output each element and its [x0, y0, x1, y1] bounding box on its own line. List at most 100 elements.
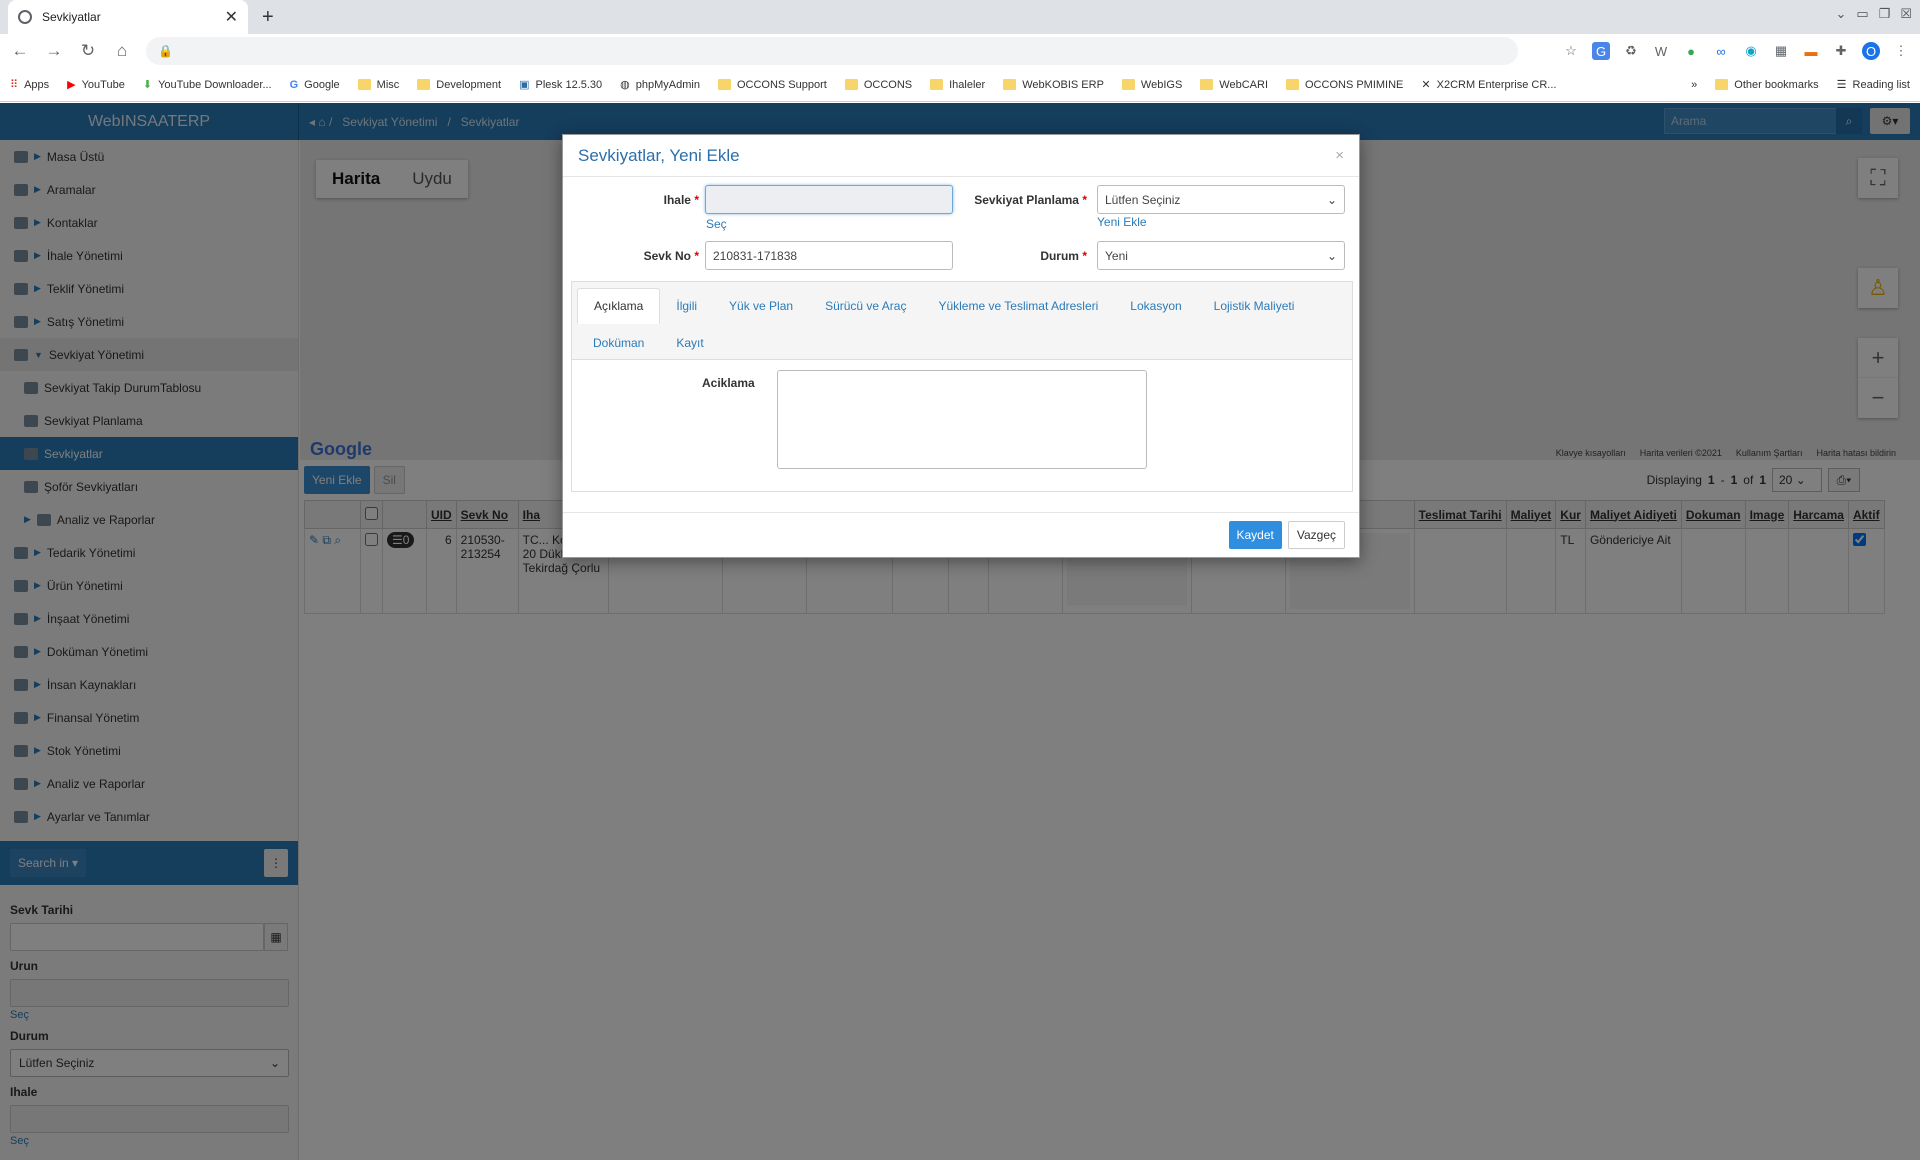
required-marker: * — [694, 192, 699, 207]
extension-icon[interactable]: ∞ — [1712, 42, 1730, 60]
tab-surucu-ve-arac[interactable]: Sürücü ve Araç — [809, 288, 922, 324]
home-icon[interactable]: ⌂ — [112, 41, 132, 61]
bookmark-youtube[interactable]: ▶ YouTube — [67, 78, 125, 92]
window-controls: ⌄ ▭ ❐ ☒ — [1835, 6, 1912, 22]
close-window-icon[interactable]: ☒ — [1900, 6, 1912, 22]
dialog-header: Sevkiyatlar, Yeni Ekle × — [563, 135, 1359, 177]
folder-icon — [357, 79, 371, 90]
menu-icon[interactable]: ⋮ — [1892, 42, 1910, 60]
tab-lojistik-maliyeti[interactable]: Lojistik Maliyeti — [1198, 288, 1311, 324]
chevron-down-icon[interactable]: ⌄ — [1835, 6, 1846, 22]
tabs-row-2: Doküman Kayıt — [577, 324, 1347, 361]
sevkno-label: Sevk No * — [643, 248, 699, 263]
bookmark-apps[interactable]: ⠿ Apps — [10, 78, 49, 92]
x2crm-icon: ✕ — [1421, 79, 1431, 91]
restore-icon[interactable]: ❐ — [1879, 6, 1891, 22]
more-bookmarks[interactable]: » — [1691, 79, 1697, 91]
browser-tabstrip: Sevkiyatlar ✕ + ⌄ ▭ ❐ ☒ — [0, 0, 1920, 34]
ihale-label-row: Ihale * — [563, 185, 699, 214]
planlama-yeni-ekle-link[interactable]: Yeni Ekle — [1097, 215, 1147, 229]
bookmark-webigs[interactable]: WebIGS — [1121, 79, 1182, 91]
forward-icon[interactable]: → — [44, 41, 64, 61]
google-icon: G — [289, 78, 299, 91]
tab-dokuman[interactable]: Doküman — [577, 325, 660, 361]
bookmark-plesk[interactable]: ▣ Plesk 12.5.30 — [519, 78, 602, 92]
bookmark-x2crm[interactable]: ✕ X2CRM Enterprise CR... — [1421, 78, 1556, 92]
tab-yuk-ve-plan[interactable]: Yük ve Plan — [713, 288, 809, 324]
back-icon[interactable]: ← — [10, 41, 30, 61]
new-shipment-dialog: Sevkiyatlar, Yeni Ekle × Ihale * Seç Sev… — [562, 134, 1360, 558]
minimize-icon[interactable]: ▭ — [1856, 6, 1868, 22]
browser-tab[interactable]: Sevkiyatlar ✕ — [8, 0, 248, 34]
download-icon: ⬇ — [142, 79, 153, 91]
folder-icon — [844, 79, 858, 90]
bookmark-ihaleler[interactable]: Ihaleler — [930, 79, 985, 91]
apps-icon: ⠿ — [10, 79, 19, 91]
profile-avatar[interactable]: O — [1862, 42, 1880, 60]
cancel-button[interactable]: Vazgeç — [1287, 521, 1345, 549]
bookmark-phpmyadmin[interactable]: ◍ phpMyAdmin — [620, 78, 700, 92]
bookmark-development[interactable]: Development — [417, 79, 501, 91]
globe-icon — [18, 10, 32, 24]
sevkno-label-row: Sevk No * — [563, 241, 699, 270]
durum-label-row: Durum * — [959, 241, 1087, 270]
folder-icon — [930, 79, 944, 90]
plesk-icon: ▣ — [519, 79, 530, 91]
new-tab-button[interactable]: + — [262, 6, 274, 29]
bookmark-other[interactable]: Other bookmarks — [1715, 79, 1819, 91]
durum-select[interactable]: Yeni ⌄ — [1097, 241, 1345, 270]
tab-title: Sevkiyatlar — [42, 10, 101, 24]
folder-icon — [417, 79, 431, 90]
bookmark-occons-support[interactable]: OCCONS Support — [717, 79, 827, 91]
extension2-icon[interactable]: ◉ — [1742, 42, 1760, 60]
globe-icon: ◍ — [620, 79, 630, 91]
reading-list[interactable]: ☰ Reading list — [1836, 78, 1910, 92]
bookmark-google[interactable]: G Google — [290, 79, 340, 91]
bookmark-ytd[interactable]: ⬇ YouTube Downloader... — [142, 78, 272, 92]
folder-icon — [1715, 79, 1729, 90]
extension3-icon[interactable]: ▦ — [1772, 42, 1790, 60]
bookmarks-bar: ⠿ Apps ▶ YouTube ⬇ YouTube Downloader... GG… — [0, 68, 1920, 102]
ihale-input[interactable] — [705, 185, 953, 214]
planlama-label-row: Sevkiyat Planlama * — [959, 185, 1087, 214]
star-icon[interactable]: ☆ — [1562, 42, 1580, 60]
planlama-label: Sevkiyat Planlama * — [974, 192, 1087, 207]
tab-lokasyon[interactable]: Lokasyon — [1114, 288, 1197, 324]
bookmark-occons[interactable]: OCCONS — [844, 79, 912, 91]
planlama-select[interactable]: Lütfen Seçiniz ⌄ — [1097, 185, 1345, 214]
required-marker: * — [694, 248, 699, 263]
tab-adresler[interactable]: Yükleme ve Teslimat Adresleri — [922, 288, 1114, 324]
aciklama-label: Aciklama — [702, 376, 755, 390]
aciklama-textarea[interactable] — [777, 370, 1147, 469]
tab-kayit[interactable]: Kayıt — [660, 325, 719, 361]
ihale-sec-link[interactable]: Seç — [706, 217, 727, 231]
sevkno-input[interactable]: 210831-171838 — [705, 241, 953, 270]
tab-ilgili[interactable]: İlgili — [660, 288, 713, 324]
close-icon[interactable]: × — [1335, 147, 1344, 164]
reading-list-icon: ☰ — [1836, 79, 1847, 91]
chevron-down-icon: ⌄ — [1326, 192, 1337, 207]
extension4-icon[interactable]: ▬ — [1802, 42, 1820, 60]
url-bar[interactable]: 🔒 — [146, 37, 1518, 65]
folder-icon — [717, 79, 731, 90]
translate-icon[interactable]: G — [1592, 42, 1610, 60]
close-tab-icon[interactable]: ✕ — [225, 7, 238, 27]
map-pin-icon[interactable]: ● — [1682, 42, 1700, 60]
address-bar-row: ← → ↻ ⌂ 🔒 ☆ G ♻ W ● ∞ ◉ ▦ ▬ ✚ O ⋮ — [0, 34, 1920, 68]
puzzle-icon[interactable]: ✚ — [1832, 42, 1850, 60]
tabs-row-1: Açıklama İlgili Yük ve Plan Sürücü ve Ar… — [577, 287, 1347, 324]
bookmark-misc[interactable]: Misc — [357, 79, 399, 91]
bookmark-webcari[interactable]: WebCARI — [1200, 79, 1268, 91]
reload-icon[interactable]: ↻ — [78, 41, 98, 61]
folder-icon — [1121, 79, 1135, 90]
tab-aciklama[interactable]: Açıklama — [577, 287, 661, 324]
wiki-icon[interactable]: W — [1652, 42, 1670, 60]
extensions: ☆ G ♻ W ● ∞ ◉ ▦ ▬ ✚ O ⋮ — [1562, 42, 1910, 60]
save-button[interactable]: Kaydet — [1228, 521, 1282, 549]
recycle-icon[interactable]: ♻ — [1622, 42, 1640, 60]
bookmark-pmimine[interactable]: OCCONS PMIMINE — [1286, 79, 1403, 91]
dialog-title: Sevkiyatlar, Yeni Ekle — [578, 145, 740, 165]
dialog-tabs: Açıklama İlgili Yük ve Plan Sürücü ve Ar… — [571, 281, 1353, 492]
bookmark-webkobis[interactable]: WebKOBIS ERP — [1003, 79, 1104, 91]
required-marker: * — [1082, 248, 1087, 263]
